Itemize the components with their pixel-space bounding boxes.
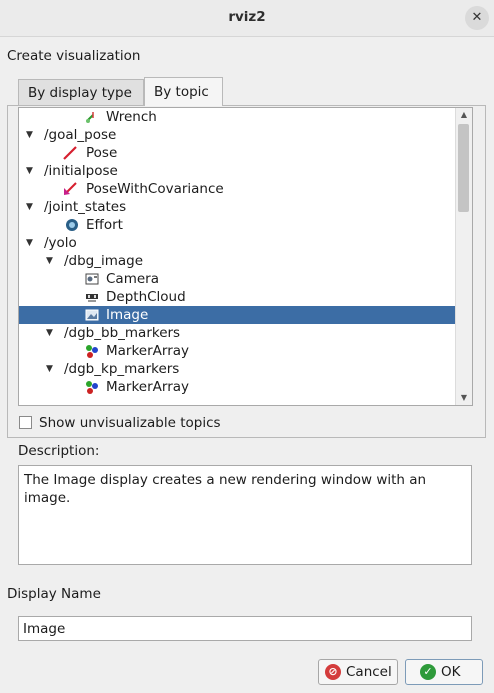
section-title: Create visualization [7, 48, 141, 64]
tree-item-initialpose[interactable]: ▼ /initialpose [19, 162, 456, 180]
tab-by-topic[interactable]: By topic [144, 77, 223, 106]
show-unvisualizable-label[interactable]: Show unvisualizable topics [39, 415, 221, 431]
chevron-down-icon[interactable]: ▼ [26, 162, 33, 180]
tree-item-label: /initialpose [44, 163, 118, 179]
effort-icon [65, 218, 79, 232]
tree-item-effort[interactable]: Effort [19, 216, 456, 234]
title-bar: rviz2 ✕ [0, 0, 494, 37]
scroll-down-icon[interactable]: ▼ [456, 391, 472, 405]
marker-array-icon [85, 344, 99, 358]
tree-item-goal-pose[interactable]: ▼ /goal_pose [19, 126, 456, 144]
display-name-label: Display Name [7, 586, 101, 602]
tree-item-label: /dbg_image [64, 253, 144, 269]
cancel-label: Cancel [346, 664, 392, 680]
tree-item-label: /goal_pose [44, 127, 117, 143]
tree-scrollbar[interactable]: ▲ ▼ [455, 108, 472, 405]
description-label: Description: [18, 443, 100, 459]
cancel-icon: ⊘ [325, 664, 341, 680]
marker-array-icon [85, 380, 99, 394]
tree-item-dbg-image[interactable]: ▼ /dbg_image [19, 252, 456, 270]
tree-item-image[interactable]: Image [19, 306, 456, 324]
chevron-down-icon[interactable]: ▼ [26, 126, 33, 144]
tree-item-label: Pose [86, 145, 118, 161]
show-unvisualizable-checkbox[interactable] [19, 416, 32, 429]
pose-covariance-icon [63, 182, 77, 196]
tree-item-label: DepthCloud [106, 289, 186, 305]
ok-check-icon: ✓ [420, 664, 436, 680]
tree-item-label: /joint_states [44, 199, 127, 215]
tree-item-dgb-kp-markers[interactable]: ▼ /dgb_kp_markers [19, 360, 456, 378]
tree-item-dgb-bb-markers[interactable]: ▼ /dgb_bb_markers [19, 324, 456, 342]
ok-label: OK [441, 664, 461, 680]
wrench-icon [85, 110, 99, 124]
depthcloud-icon [85, 290, 99, 304]
chevron-down-icon[interactable]: ▼ [46, 324, 53, 342]
tree-item-pose-with-covariance[interactable]: PoseWithCovariance [19, 180, 456, 198]
tree-item-depthcloud[interactable]: DepthCloud [19, 288, 456, 306]
tab-label: By topic [154, 84, 209, 100]
window-title: rviz2 [228, 9, 266, 25]
tree-item-label: Image [106, 307, 149, 323]
description-box: The Image display creates a new renderin… [18, 465, 472, 565]
chevron-down-icon[interactable]: ▼ [26, 198, 33, 216]
scroll-up-icon[interactable]: ▲ [456, 108, 472, 122]
tree-item-label: /dgb_kp_markers [64, 361, 180, 377]
tree-item-label: Effort [86, 217, 123, 233]
close-button[interactable]: ✕ [465, 6, 489, 30]
camera-icon [85, 272, 99, 286]
close-icon: ✕ [471, 10, 483, 25]
tree-item-label: PoseWithCovariance [86, 181, 224, 197]
display-name-input[interactable] [18, 616, 472, 641]
tree-item-label: MarkerArray [106, 379, 190, 395]
tree-item-label: Wrench [106, 109, 157, 125]
chevron-down-icon[interactable]: ▼ [46, 252, 53, 270]
tab-label: By display type [28, 85, 132, 101]
scrollbar-thumb[interactable] [458, 124, 469, 212]
tree-item-wrench[interactable]: Wrench [19, 108, 456, 126]
tab-by-display-type[interactable]: By display type [18, 79, 144, 105]
tree-item-label: MarkerArray [106, 343, 190, 359]
topic-tree[interactable]: Wrench ▼ /goal_pose Pose ▼ /initialpose … [18, 107, 473, 406]
chevron-down-icon[interactable]: ▼ [46, 360, 53, 378]
tree-item-marker-array[interactable]: MarkerArray [19, 342, 456, 360]
tree-item-label: /yolo [44, 235, 77, 251]
tree-item-camera[interactable]: Camera [19, 270, 456, 288]
cancel-button[interactable]: ⊘ Cancel [318, 659, 398, 685]
tree-item-yolo[interactable]: ▼ /yolo [19, 234, 456, 252]
tree-item-label: Camera [106, 271, 159, 287]
tree-item-joint-states[interactable]: ▼ /joint_states [19, 198, 456, 216]
chevron-down-icon[interactable]: ▼ [26, 234, 33, 252]
image-icon [85, 308, 99, 322]
ok-button[interactable]: ✓ OK [405, 659, 483, 685]
tree-item-pose[interactable]: Pose [19, 144, 456, 162]
pose-arrow-icon [63, 146, 77, 160]
tree-item-marker-array[interactable]: MarkerArray [19, 378, 456, 396]
description-text: The Image display creates a new renderin… [24, 472, 427, 506]
tree-item-label: /dgb_bb_markers [64, 325, 181, 341]
